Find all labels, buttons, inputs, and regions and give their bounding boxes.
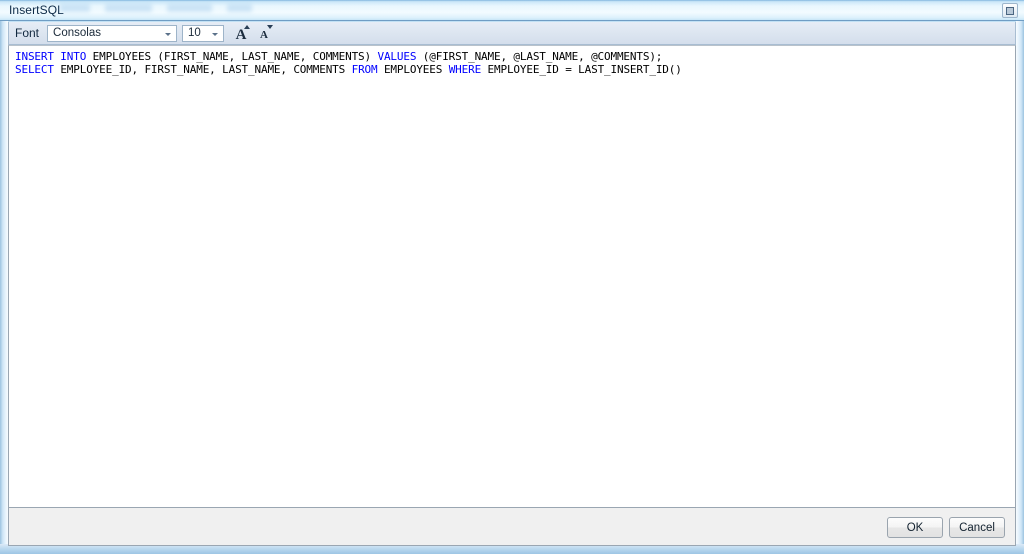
decrease-font-size-button[interactable]: A	[253, 23, 275, 43]
sql-text: EMPLOYEES	[377, 63, 449, 76]
sql-text: EMPLOYEE_ID = LAST_INSERT_ID()	[481, 63, 682, 76]
code-line: INSERT INTO EMPLOYEES (FIRST_NAME, LAST_…	[15, 50, 1015, 63]
ghost-menu-item-2	[105, 4, 152, 12]
font-family-value: Consolas	[53, 27, 101, 39]
ok-button[interactable]: OK	[887, 517, 943, 538]
font-family-select[interactable]: Consolas	[47, 24, 178, 42]
sql-text: (@FIRST_NAME, @LAST_NAME, @COMMENTS);	[416, 50, 663, 63]
sql-text: EMPLOYEES (FIRST_NAME, LAST_NAME, COMMEN…	[86, 50, 371, 63]
chevron-down-icon	[212, 32, 219, 36]
increase-font-size-button[interactable]: A	[230, 23, 252, 43]
cancel-button[interactable]: Cancel	[949, 517, 1005, 538]
sql-keyword: WHERE	[448, 63, 482, 76]
window-title: InsertSQL	[9, 3, 64, 17]
font-size-value: 10	[188, 27, 201, 39]
font-toolbar: Font Consolas 10 A A	[8, 22, 1016, 45]
window-frame-left-edge	[0, 0, 8, 554]
decrease-font-size-icon: A	[260, 29, 268, 41]
sql-keyword: INSERT INTO	[15, 50, 87, 63]
ghost-menu-item-1	[60, 4, 90, 12]
sql-code-editor[interactable]: INSERT INTO EMPLOYEES (FIRST_NAME, LAST_…	[8, 45, 1016, 508]
caret-down-icon	[267, 25, 274, 29]
code-line: SELECT EMPLOYEE_ID, FIRST_NAME, LAST_NAM…	[15, 63, 1015, 76]
sql-keyword: FROM	[351, 63, 378, 76]
ghost-menu-item-4	[227, 4, 252, 12]
caret-up-icon	[244, 25, 251, 29]
increase-font-size-icon: A	[235, 27, 247, 43]
ghost-menu-item-3	[167, 4, 212, 12]
font-label: Font	[15, 26, 40, 40]
sql-text: EMPLOYEE_ID, FIRST_NAME, LAST_NAME, COMM…	[53, 63, 352, 76]
ghosted-menu-bar-artifact	[60, 4, 252, 15]
restore-window-button[interactable]	[1002, 3, 1018, 18]
sql-keyword: SELECT	[15, 63, 54, 76]
restore-window-icon	[1006, 6, 1014, 15]
sql-keyword: VALUES	[371, 50, 417, 63]
window-frame-right-edge	[1016, 0, 1024, 554]
insert-sql-dialog-window: InsertSQL Font Consolas 10 A A INSERT IN…	[0, 0, 1024, 554]
dialog-footer: OK Cancel	[8, 508, 1016, 546]
font-size-select[interactable]: 10	[182, 24, 225, 42]
title-bar[interactable]: InsertSQL	[0, 0, 1024, 21]
chevron-down-icon	[165, 32, 172, 36]
